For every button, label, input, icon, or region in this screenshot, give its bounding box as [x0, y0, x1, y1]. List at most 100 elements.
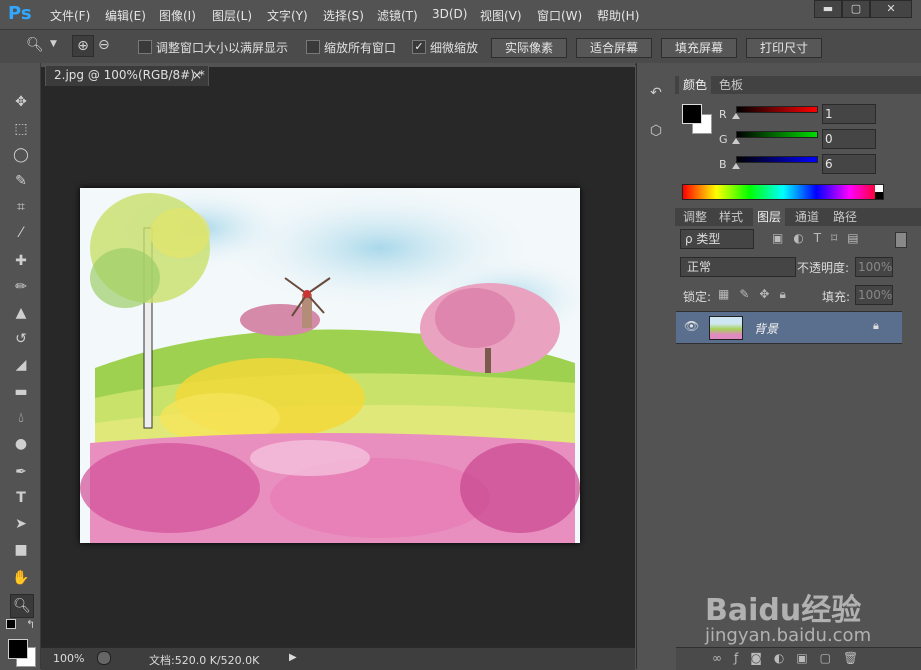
- g-label: G: [719, 133, 728, 146]
- watermark-brand: Baidu经验: [705, 593, 862, 628]
- fit-window-label: 调整窗口大小以满屏显示: [156, 41, 289, 55]
- menu-image[interactable]: 图像(I): [159, 7, 196, 24]
- menu-select[interactable]: 选择(S): [323, 7, 364, 24]
- scrubby-zoom-label: 细微缩放: [430, 41, 479, 55]
- close-button[interactable]: ✕: [870, 0, 912, 18]
- fill-input[interactable]: 100%: [855, 285, 893, 305]
- chevron-down-icon[interactable]: ▼: [50, 39, 57, 49]
- menu-view[interactable]: 视图(V): [480, 7, 522, 24]
- color-spectrum-bar[interactable]: [682, 184, 884, 200]
- eyedropper-icon[interactable]: ⁄: [10, 222, 32, 244]
- zoom-tool-icon[interactable]: 🔍︎: [10, 594, 34, 618]
- hand-tool-icon[interactable]: ✋: [10, 567, 32, 589]
- document-tab[interactable]: 2.jpg @ 100%(RGB/8#) * ×: [45, 65, 209, 86]
- status-bar: 100% 文档:520.0 K/520.0K ▶: [41, 647, 635, 670]
- layer-filter-icons[interactable]: ▣◐T⌑▤: [772, 231, 869, 245]
- menu-bar: Ps 文件(F) 编辑(E) 图像(I) 图层(L) 文字(Y) 选择(S) 滤…: [0, 0, 921, 29]
- layer-thumbnail: [709, 316, 743, 340]
- tab-channels[interactable]: 通道: [791, 208, 823, 226]
- history-panel-icon[interactable]: ↶: [646, 85, 666, 107]
- b-value-input[interactable]: 6: [822, 154, 876, 174]
- landscape-painting: [80, 188, 580, 543]
- collapsed-panels: ↶ ⬡: [636, 63, 676, 669]
- quick-select-icon[interactable]: ✎: [10, 170, 32, 192]
- tab-paths[interactable]: 路径: [829, 208, 861, 226]
- color-panel-tabs: 颜色 色板: [675, 76, 921, 94]
- layer-name[interactable]: 背景: [754, 320, 778, 337]
- fit-window-checkbox[interactable]: [138, 40, 152, 54]
- minimize-button[interactable]: ▬: [814, 0, 842, 18]
- pen-tool-icon[interactable]: ✒: [10, 461, 32, 483]
- history-brush-icon[interactable]: ↺: [10, 328, 32, 350]
- b-label: B: [719, 158, 727, 171]
- blend-mode-select[interactable]: 正常: [680, 257, 796, 277]
- b-slider-thumb[interactable]: [732, 163, 740, 169]
- maximize-button[interactable]: ▢: [842, 0, 870, 18]
- layer-row-background[interactable]: 👁︎ 背景 🔒︎: [676, 311, 902, 344]
- status-menu-arrow-icon[interactable]: ▶: [289, 652, 297, 663]
- zoom-level[interactable]: 100%: [53, 652, 84, 665]
- 3d-panel-icon[interactable]: ⬡: [646, 123, 666, 145]
- layer-filter-select[interactable]: ρ 类型: [680, 229, 754, 249]
- menu-filter[interactable]: 滤镜(T): [377, 7, 418, 24]
- lock-icons[interactable]: ▦✎✥🔒︎: [718, 287, 796, 302]
- menu-help[interactable]: 帮助(H): [597, 7, 639, 24]
- filter-toggle-icon[interactable]: [895, 232, 907, 248]
- gradient-tool-icon[interactable]: ▬: [10, 381, 32, 403]
- type-tool-icon[interactable]: T: [10, 487, 32, 509]
- g-slider-thumb[interactable]: [732, 138, 740, 144]
- blur-tool-icon[interactable]: 💧︎: [10, 407, 32, 429]
- lasso-tool-icon[interactable]: ◯: [10, 144, 32, 166]
- tools-panel: ✥ ⬚ ◯ ✎ ⌗ ⁄ ✚ ✏ ▲ ↺ ◢ ▬ 💧︎ ● ✒ T ➤ ■ ✋ 🔍…: [0, 63, 41, 669]
- move-tool-icon[interactable]: ✥: [10, 91, 32, 113]
- status-info-icon[interactable]: [97, 651, 111, 665]
- crop-tool-icon[interactable]: ⌗: [10, 196, 32, 218]
- menu-type[interactable]: 文字(Y): [267, 7, 308, 24]
- dodge-tool-icon[interactable]: ●: [10, 433, 32, 455]
- g-slider[interactable]: [736, 131, 818, 138]
- menu-3d[interactable]: 3D(D): [432, 7, 467, 21]
- b-slider[interactable]: [736, 156, 818, 163]
- zoom-out-icon[interactable]: ⊖: [98, 37, 110, 53]
- zoom-all-label: 缩放所有窗口: [324, 41, 397, 55]
- fit-screen-button[interactable]: 适合屏幕: [576, 38, 652, 58]
- scrubby-zoom-checkbox[interactable]: ✓: [412, 40, 426, 54]
- menu-edit[interactable]: 编辑(E): [105, 7, 146, 24]
- swap-colors-icon[interactable]: ↰: [26, 618, 35, 631]
- tab-styles[interactable]: 样式: [715, 208, 747, 226]
- r-slider[interactable]: [736, 106, 818, 113]
- zoom-in-icon[interactable]: ⊕: [72, 35, 94, 57]
- eraser-tool-icon[interactable]: ◢: [10, 354, 32, 376]
- r-slider-thumb[interactable]: [732, 113, 740, 119]
- foreground-color-swatch[interactable]: [8, 639, 28, 659]
- tab-adjustments[interactable]: 调整: [679, 208, 711, 226]
- zoom-tool-preset-icon[interactable]: 🔍︎: [26, 37, 44, 53]
- brush-tool-icon[interactable]: ✏: [10, 276, 32, 298]
- default-colors-icon[interactable]: [6, 619, 16, 629]
- tab-layers[interactable]: 图层: [753, 208, 786, 226]
- close-icon[interactable]: ×: [192, 66, 202, 85]
- tab-swatches[interactable]: 色板: [715, 76, 747, 94]
- opacity-input[interactable]: 100%: [855, 257, 893, 277]
- stamp-tool-icon[interactable]: ▲: [10, 302, 32, 324]
- rectangle-tool-icon[interactable]: ■: [10, 539, 32, 561]
- layer-footer-icons[interactable]: ∞ƒ◙◐▣▢🗑︎: [712, 651, 870, 665]
- r-label: R: [719, 108, 727, 121]
- marquee-tool-icon[interactable]: ⬚: [10, 118, 32, 140]
- menu-window[interactable]: 窗口(W): [537, 7, 582, 24]
- fill-screen-button[interactable]: 填充屏幕: [661, 38, 737, 58]
- path-select-icon[interactable]: ➤: [10, 513, 32, 535]
- g-value-input[interactable]: 0: [822, 129, 876, 149]
- r-value-input[interactable]: 1: [822, 104, 876, 124]
- menu-file[interactable]: 文件(F): [50, 7, 90, 24]
- actual-pixels-button[interactable]: 实际像素: [491, 38, 567, 58]
- healing-brush-icon[interactable]: ✚: [10, 250, 32, 272]
- menu-layer[interactable]: 图层(L): [212, 7, 252, 24]
- zoom-all-checkbox[interactable]: [306, 40, 320, 54]
- canvas-image[interactable]: [80, 188, 580, 543]
- eye-icon[interactable]: 👁︎: [684, 319, 699, 333]
- lock-icon: 🔒︎: [873, 319, 879, 332]
- print-size-button[interactable]: 打印尺寸: [746, 38, 822, 58]
- color-fg-swatch[interactable]: [682, 104, 702, 124]
- tab-color[interactable]: 颜色: [679, 76, 712, 94]
